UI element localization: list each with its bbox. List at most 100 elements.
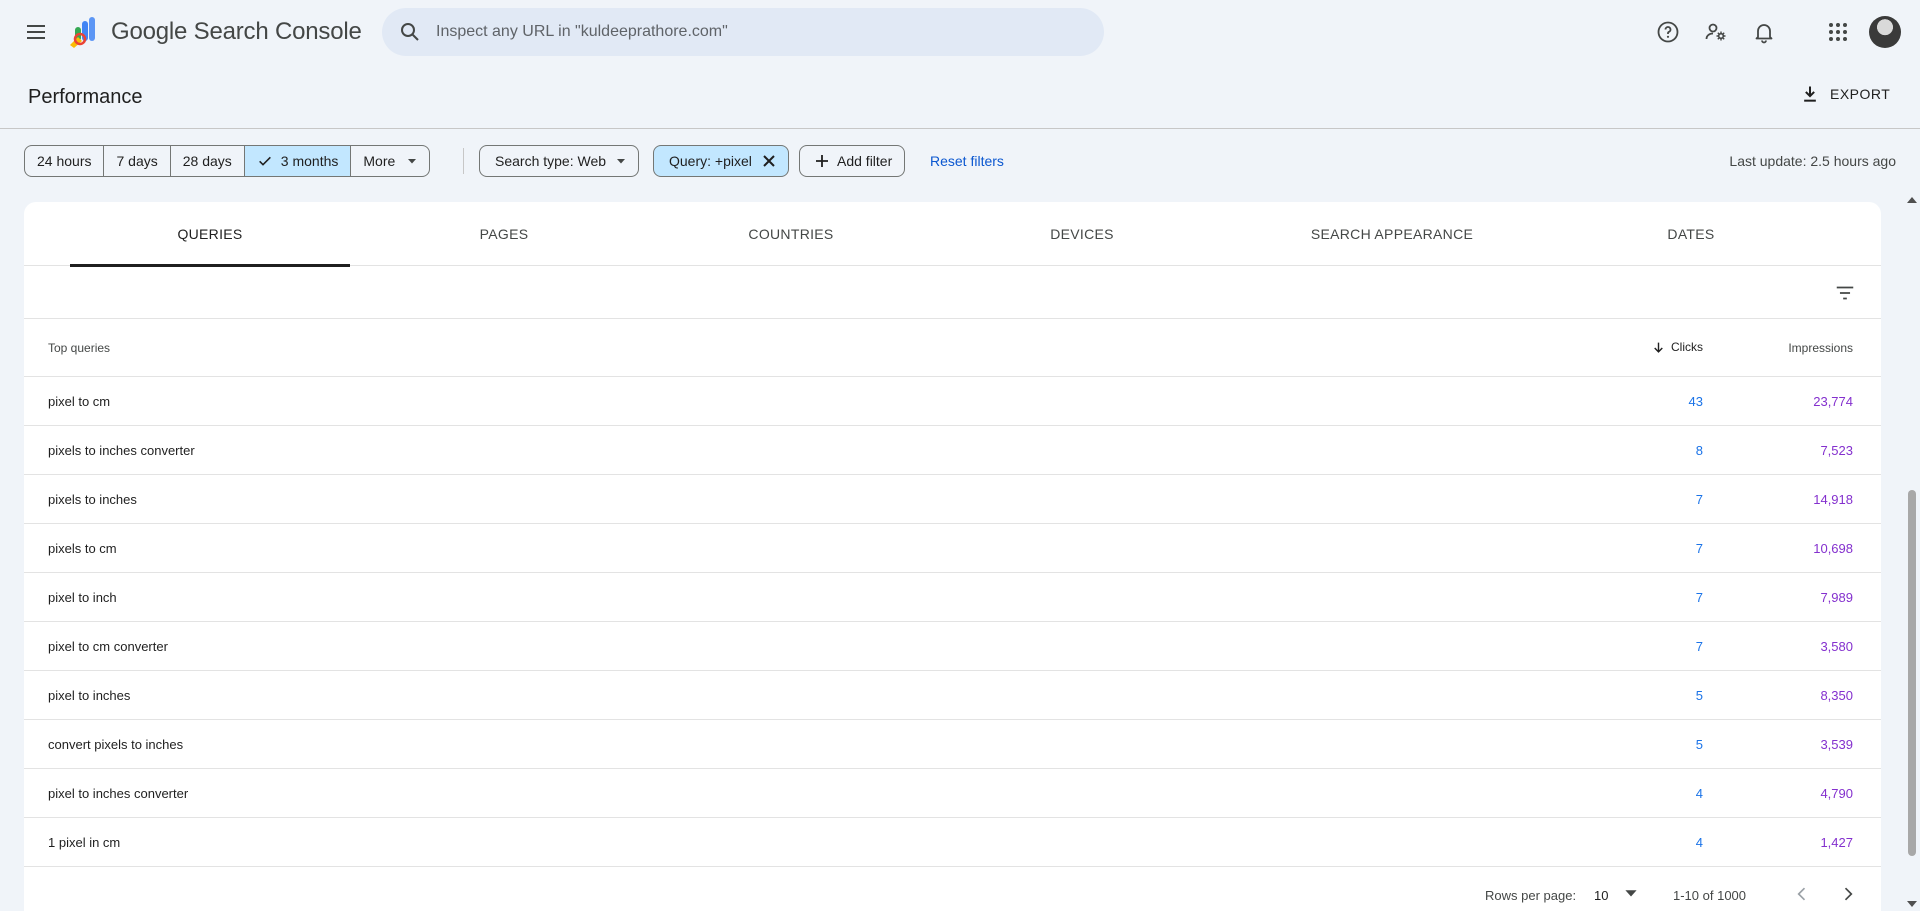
date-range-selector: 24 hours 7 days 28 days 3 months More <box>24 145 431 177</box>
filter-list-icon <box>1836 286 1854 300</box>
caret-down-icon <box>408 159 417 164</box>
impressions-cell: 7,989 <box>1820 590 1853 605</box>
impressions-cell: 8,350 <box>1820 688 1853 703</box>
clicks-cell: 7 <box>1695 639 1703 654</box>
query-cell: pixel to inches <box>48 688 131 703</box>
date-range-7-days[interactable]: 7 days <box>104 146 171 176</box>
hamburger-menu-icon <box>27 25 45 39</box>
search-console-preferences-button[interactable] <box>1700 16 1732 48</box>
impressions-cell: 23,774 <box>1813 394 1853 409</box>
plus-icon <box>816 155 828 167</box>
table-row[interactable]: convert pixels to inches 5 3,539 <box>24 720 1881 769</box>
query-cell: pixels to inches converter <box>48 443 195 458</box>
url-inspect-search-bar[interactable] <box>382 8 1104 56</box>
table-header: Top queries Clicks Impressions <box>24 320 1881 377</box>
last-update-text: Last update: 2.5 hours ago <box>1729 153 1896 169</box>
rows-per-page-select[interactable]: 10 <box>1594 888 1608 903</box>
bell-icon <box>1755 24 1773 44</box>
pagination: Rows per page: 10 1-10 of 1000 <box>24 869 1881 911</box>
table-row[interactable]: pixels to cm 7 10,698 <box>24 524 1881 573</box>
date-range-more-dropdown[interactable]: More <box>351 146 429 176</box>
query-cell: convert pixels to inches <box>48 737 184 752</box>
impressions-cell: 14,918 <box>1813 492 1853 507</box>
chevron-right-icon <box>1844 887 1853 901</box>
clicks-cell: 8 <box>1695 443 1703 458</box>
google-apps-button[interactable] <box>1822 16 1854 48</box>
clicks-cell: 4 <box>1695 835 1703 850</box>
rows-per-page-label: Rows per page: <box>1485 888 1577 903</box>
column-header-clicks[interactable]: Clicks <box>1652 340 1703 354</box>
table-row[interactable]: pixel to inch 7 7,989 <box>24 573 1881 622</box>
column-header-top-queries: Top queries <box>48 341 111 355</box>
query-cell: pixels to cm <box>48 541 117 556</box>
notifications-button[interactable] <box>1748 16 1780 48</box>
help-button[interactable] <box>1652 16 1684 48</box>
pagination-range: 1-10 of 1000 <box>1673 888 1747 903</box>
search-console-logo[interactable] <box>68 15 102 49</box>
search-icon <box>401 23 419 41</box>
table-row[interactable]: pixels to inches converter 8 7,523 <box>24 426 1881 475</box>
table-row[interactable]: pixels to inches 7 14,918 <box>24 475 1881 524</box>
query-cell: pixel to inches converter <box>48 786 189 801</box>
url-inspect-input[interactable] <box>436 23 1056 41</box>
date-range-24-hours[interactable]: 24 hours <box>25 146 105 176</box>
tab-dates[interactable]: DATES <box>1611 202 1771 266</box>
date-range-28-days[interactable]: 28 days <box>171 146 245 176</box>
tab-search-appearance[interactable]: SEARCH APPEARANCE <box>1262 202 1522 266</box>
tab-queries[interactable]: QUERIES <box>70 202 350 267</box>
main-menu-button[interactable] <box>20 16 52 48</box>
chevron-left-icon <box>1797 887 1806 901</box>
clicks-cell: 43 <box>1688 394 1703 409</box>
impressions-cell: 4,790 <box>1820 786 1853 801</box>
query-filter-chip[interactable]: Query: +pixel <box>653 145 789 177</box>
impressions-cell: 7,523 <box>1820 443 1853 458</box>
impressions-cell: 10,698 <box>1813 541 1853 556</box>
close-icon[interactable] <box>762 154 776 168</box>
download-icon <box>1804 86 1816 102</box>
apps-grid-icon <box>1829 23 1847 41</box>
clicks-cell: 4 <box>1695 786 1703 801</box>
table-row[interactable]: pixel to cm 43 23,774 <box>24 377 1881 426</box>
query-cell: pixels to inches <box>48 492 137 507</box>
check-icon <box>258 156 271 166</box>
filter-divider <box>463 148 464 174</box>
clicks-cell: 7 <box>1695 590 1703 605</box>
export-button[interactable]: EXPORT <box>1800 84 1890 104</box>
scroll-up-arrow-icon[interactable] <box>1906 195 1918 205</box>
impressions-cell: 3,580 <box>1820 639 1853 654</box>
clicks-cell: 5 <box>1695 737 1703 752</box>
account-avatar[interactable] <box>1869 16 1901 48</box>
query-cell: 1 pixel in cm <box>48 835 121 850</box>
page-title: Performance <box>28 86 143 108</box>
performance-table-card: QUERIES PAGES COUNTRIES DEVICES SEARCH A… <box>24 202 1881 911</box>
table-row[interactable]: pixel to inches 5 8,350 <box>24 671 1881 720</box>
previous-page-button[interactable] <box>1790 882 1814 906</box>
app-brand-title[interactable]: Google Search Console <box>111 18 362 46</box>
table-row[interactable]: pixel to cm converter 7 3,580 <box>24 622 1881 671</box>
manage-accounts-icon <box>1705 23 1726 41</box>
export-label: EXPORT <box>1830 86 1891 102</box>
tab-pages[interactable]: PAGES <box>424 202 584 266</box>
tab-countries[interactable]: COUNTRIES <box>691 202 891 266</box>
table-filter-row <box>24 267 1881 319</box>
page-scrollbar-thumb[interactable] <box>1908 490 1916 856</box>
caret-down-icon[interactable] <box>1624 886 1638 900</box>
reset-filters-link[interactable]: Reset filters <box>930 153 1004 169</box>
column-header-impressions[interactable]: Impressions <box>1788 341 1853 355</box>
search-console-logo-icon <box>70 17 95 48</box>
table-row[interactable]: 1 pixel in cm 4 1,427 <box>24 818 1881 867</box>
impressions-cell: 3,539 <box>1820 737 1853 752</box>
query-cell: pixel to cm <box>48 394 111 409</box>
tab-devices[interactable]: DEVICES <box>982 202 1182 266</box>
header-divider <box>0 128 1920 129</box>
caret-down-icon <box>617 159 626 164</box>
filter-rows-button[interactable] <box>1833 281 1857 305</box>
search-type-filter[interactable]: Search type: Web <box>479 145 640 177</box>
query-cell: pixel to cm converter <box>48 639 168 654</box>
next-page-button[interactable] <box>1836 882 1860 906</box>
dimension-tabs: QUERIES PAGES COUNTRIES DEVICES SEARCH A… <box>24 202 1881 267</box>
date-range-3-months[interactable]: 3 months <box>244 146 352 176</box>
table-row[interactable]: pixel to inches converter 4 4,790 <box>24 769 1881 818</box>
scroll-down-arrow-icon[interactable] <box>1906 899 1918 909</box>
add-filter-button[interactable]: Add filter <box>799 145 906 177</box>
